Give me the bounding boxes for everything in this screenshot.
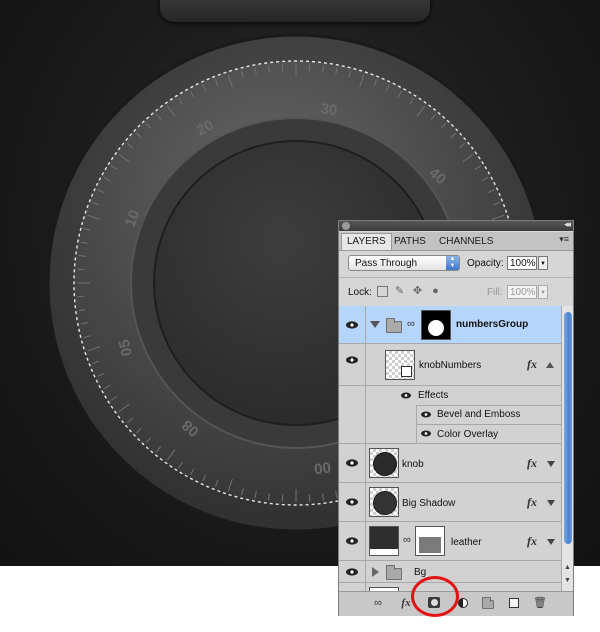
layer-thumbnail[interactable] xyxy=(369,487,399,517)
lock-all-icon[interactable]: ● xyxy=(430,286,441,297)
eye-icon xyxy=(346,356,358,364)
layer-row-numbersgroup[interactable]: ∞ numbersGroup xyxy=(339,306,561,344)
dial-number: 30 xyxy=(319,100,338,119)
fill-dropdown-icon[interactable]: ▼ xyxy=(538,285,548,299)
blend-mode-value: Pass Through xyxy=(355,258,418,269)
eye-icon[interactable] xyxy=(421,430,431,437)
folder-icon xyxy=(386,565,402,580)
expand-effects-icon[interactable] xyxy=(547,461,555,467)
blend-mode-select[interactable]: Pass Through ▲ ▼ xyxy=(348,255,460,271)
effects-row[interactable]: Effects xyxy=(339,386,561,405)
eye-icon xyxy=(346,321,358,329)
lock-label: Lock: xyxy=(348,287,372,298)
layers-panel: ◂◂ LAYERS PATHS CHANNELS ▾≡ Pass Through… xyxy=(338,219,574,616)
layer-name: leather xyxy=(451,537,482,548)
eye-icon[interactable] xyxy=(401,392,411,399)
layer-thumbnail[interactable] xyxy=(369,526,399,556)
layer-name: Bg xyxy=(414,567,427,578)
effects-collapse-icon[interactable] xyxy=(546,362,554,368)
layer-thumbnail[interactable] xyxy=(369,448,399,478)
layer-name: Big Shadow xyxy=(402,498,456,509)
eye-icon xyxy=(346,568,358,576)
new-layer-icon[interactable] xyxy=(507,597,521,609)
lock-paint-icon[interactable]: ✎ xyxy=(394,286,405,297)
opacity-label: Opacity: xyxy=(467,258,504,269)
tab-channels[interactable]: CHANNELS xyxy=(434,234,498,250)
eye-cell-empty xyxy=(339,424,366,443)
visibility-toggle[interactable] xyxy=(339,522,366,560)
scroll-down-icon[interactable]: ▼ xyxy=(564,577,571,584)
layer-row-leather[interactable]: ∞ leather fx xyxy=(339,522,561,561)
group-mask-thumbnail[interactable] xyxy=(421,310,451,340)
panel-close-icon[interactable] xyxy=(342,222,350,230)
opacity-dropdown-icon[interactable]: ▼ xyxy=(538,256,548,270)
eye-icon[interactable] xyxy=(421,411,431,418)
fill-input[interactable]: 100% xyxy=(507,285,537,299)
mask-link-icon[interactable]: ∞ xyxy=(403,534,411,546)
eye-icon xyxy=(346,498,358,506)
tab-paths[interactable]: PATHS xyxy=(389,234,431,250)
dial-number: 05 xyxy=(116,338,136,358)
eye-cell-empty xyxy=(339,583,366,591)
mask-link-icon[interactable]: ∞ xyxy=(407,318,415,330)
fx-icon[interactable]: fx xyxy=(527,495,537,510)
effect-row-bevel[interactable]: Bevel and Emboss xyxy=(339,405,561,424)
panel-menu-icon[interactable]: ▾≡ xyxy=(559,234,569,245)
fx-icon[interactable]: fx xyxy=(527,534,537,549)
layer-thumbnail[interactable] xyxy=(385,350,415,380)
panel-collapse-icon[interactable]: ◂◂ xyxy=(564,219,571,230)
visibility-toggle[interactable] xyxy=(339,483,366,521)
fx-icon[interactable]: fx xyxy=(527,357,537,372)
layer-name: knobNumbers xyxy=(419,360,482,371)
opacity-input[interactable]: 100% xyxy=(507,256,537,270)
select-arrows-icon: ▲ ▼ xyxy=(446,256,459,270)
scroll-up-icon[interactable]: ▲ xyxy=(564,564,571,571)
lock-move-icon[interactable]: ✥ xyxy=(412,286,423,297)
layer-row-knobnumbers[interactable]: knobNumbers fx xyxy=(339,344,561,386)
visibility-toggle[interactable] xyxy=(339,306,366,343)
highlight-circle-annotation xyxy=(411,576,459,617)
visibility-toggle[interactable] xyxy=(339,444,366,482)
eye-cell-empty xyxy=(339,405,366,424)
layer-row-big-shadow[interactable]: Big Shadow fx xyxy=(339,483,561,522)
fx-icon[interactable]: fx xyxy=(527,456,537,471)
lock-row: Lock: ✎ ✥ ● Fill: 100% ▼ xyxy=(339,277,573,306)
effect-row-color-overlay[interactable]: Color Overlay xyxy=(339,424,561,444)
lock-transparency-icon[interactable] xyxy=(377,286,388,297)
tab-layers[interactable]: LAYERS xyxy=(341,233,392,250)
fill-label: Fill: xyxy=(487,287,503,298)
effects-label: Effects xyxy=(418,390,449,401)
link-layers-icon[interactable]: ∞ xyxy=(371,597,385,609)
panel-tabs: LAYERS PATHS CHANNELS ▾≡ xyxy=(339,232,573,251)
expand-effects-icon[interactable] xyxy=(547,539,555,545)
visibility-toggle[interactable] xyxy=(339,561,366,582)
eye-cell-empty xyxy=(339,386,366,405)
eye-icon xyxy=(346,537,358,545)
trash-icon[interactable]: 🗑 xyxy=(533,597,547,609)
effect-name: Color Overlay xyxy=(437,429,499,440)
dial-number: 00 xyxy=(313,458,332,477)
layer-mask-thumbnail[interactable] xyxy=(415,526,445,556)
folder-icon xyxy=(386,318,402,333)
scrollbar-thumb[interactable] xyxy=(564,312,572,544)
layers-list: ∞ numbersGroup knobNumbers fx Effects Be… xyxy=(339,306,561,591)
expand-effects-icon[interactable] xyxy=(547,500,555,506)
effect-name: Bevel and Emboss xyxy=(437,409,521,420)
visibility-toggle[interactable] xyxy=(339,344,366,385)
new-group-icon[interactable] xyxy=(481,597,495,609)
panel-titlebar[interactable]: ◂◂ xyxy=(339,219,573,231)
collapse-triangle-icon[interactable] xyxy=(370,321,380,328)
eye-icon xyxy=(346,459,358,467)
layer-name: knob xyxy=(402,459,424,470)
expand-triangle-icon[interactable] xyxy=(372,567,379,577)
layers-scrollbar[interactable]: ▲ ▼ xyxy=(561,306,573,591)
layer-row-knob[interactable]: knob fx xyxy=(339,444,561,483)
layer-name: numbersGroup xyxy=(456,319,529,330)
